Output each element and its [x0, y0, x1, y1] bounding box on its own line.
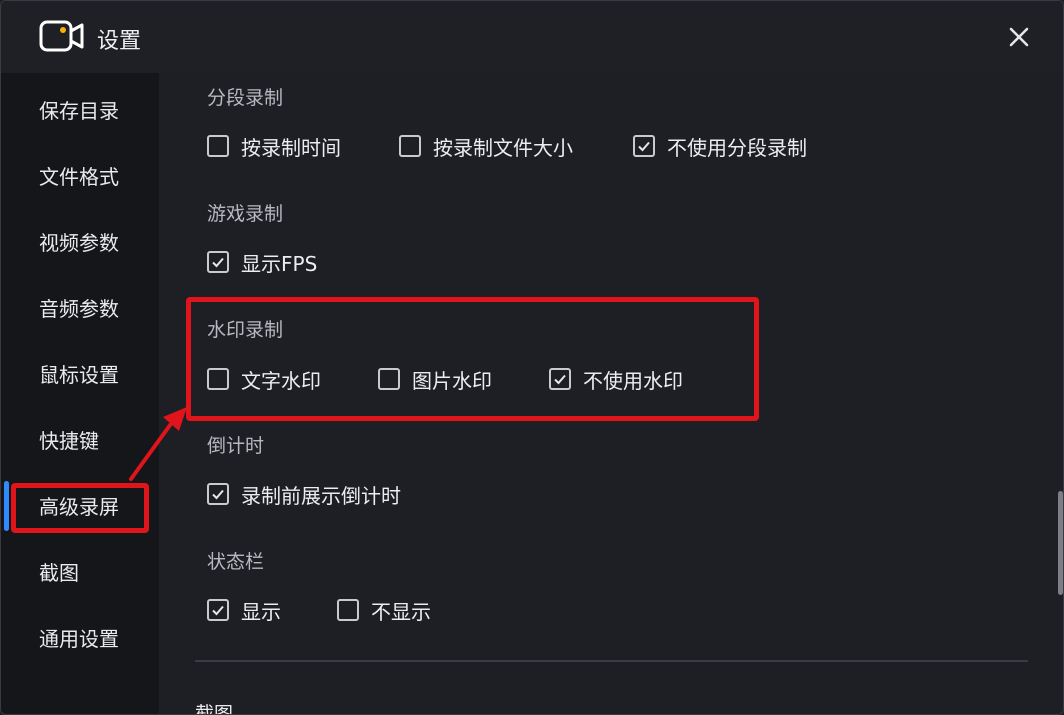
section-title-screenshot: 截图: [195, 703, 234, 715]
option-show-fps[interactable]: 显示FPS: [207, 248, 317, 276]
option-text-watermark[interactable]: 文字水印: [207, 365, 321, 393]
section-divider: [195, 660, 1028, 662]
sidebar-item-label: 高级录屏: [39, 494, 119, 519]
window-title: 设置: [97, 29, 142, 54]
sidebar-item-save-dir[interactable]: 保存目录: [1, 83, 159, 135]
checkbox[interactable]: [378, 368, 400, 390]
option-label: 文字水印: [241, 368, 321, 393]
sidebar-item-label: 音频参数: [39, 296, 119, 321]
sidebar-item-label: 鼠标设置: [39, 362, 119, 387]
sidebar-item-hotkeys[interactable]: 快捷键: [1, 413, 159, 465]
option-label: 图片水印: [412, 368, 492, 393]
settings-content: 分段录制 按录制时间 按录制文件大小 不使用分段录制 游戏录制 显示FPS 水印…: [159, 73, 1063, 715]
sidebar-item-general-settings[interactable]: 通用设置: [1, 611, 159, 663]
checkmark-icon: [554, 374, 566, 385]
option-by-time[interactable]: 按录制时间: [207, 132, 341, 160]
checkbox[interactable]: [549, 368, 571, 390]
option-label: 不使用分段录制: [667, 135, 807, 160]
sidebar-item-video-params[interactable]: 视频参数: [1, 215, 159, 267]
sidebar-item-advanced-recording[interactable]: 高级录屏: [1, 479, 159, 531]
sidebar-item-mouse-settings[interactable]: 鼠标设置: [1, 347, 159, 399]
option-label: 不使用水印: [583, 368, 683, 393]
option-countdown[interactable]: 录制前展示倒计时: [207, 480, 401, 508]
scrollbar[interactable]: [1055, 73, 1063, 714]
sidebar-item-label: 视频参数: [39, 230, 119, 255]
sidebar-item-label: 截图: [39, 560, 79, 585]
checkbox[interactable]: [207, 483, 229, 505]
checkmark-icon: [212, 489, 224, 500]
option-show-statusbar[interactable]: 显示: [207, 596, 281, 624]
title-bar: 设置: [1, 1, 1063, 73]
sidebar-item-label: 保存目录: [39, 98, 119, 123]
checkmark-icon: [212, 605, 224, 616]
sidebar-item-file-format[interactable]: 文件格式: [1, 149, 159, 201]
checkbox[interactable]: [337, 599, 359, 621]
checkbox[interactable]: [207, 368, 229, 390]
sidebar-item-label: 快捷键: [39, 428, 99, 453]
sidebar-item-label: 文件格式: [39, 164, 119, 189]
option-label: 录制前展示倒计时: [241, 483, 401, 508]
checkbox[interactable]: [207, 135, 229, 157]
section-title-statusbar: 状态栏: [207, 551, 265, 573]
checkbox[interactable]: [207, 251, 229, 273]
option-image-watermark[interactable]: 图片水印: [378, 365, 492, 393]
option-by-size[interactable]: 按录制文件大小: [399, 132, 573, 160]
video-camera-icon: [39, 19, 85, 53]
settings-sidebar: 保存目录 文件格式 视频参数 音频参数 鼠标设置 快捷键 高级录屏 截图 通用设…: [1, 73, 159, 714]
section-title-countdown: 倒计时: [207, 435, 265, 457]
checkbox[interactable]: [207, 599, 229, 621]
section-title-game: 游戏录制: [207, 203, 284, 225]
settings-window: 设置 保存目录 文件格式 视频参数 音频参数 鼠标设置 快捷键 高级录屏 截图 …: [0, 0, 1064, 715]
close-icon[interactable]: [1005, 23, 1033, 51]
option-label: 显示: [241, 599, 281, 624]
checkmark-icon: [638, 141, 650, 152]
option-no-watermark[interactable]: 不使用水印: [549, 365, 683, 393]
option-label: 按录制文件大小: [433, 135, 573, 160]
checkbox[interactable]: [633, 135, 655, 157]
sidebar-item-audio-params[interactable]: 音频参数: [1, 281, 159, 333]
checkmark-icon: [212, 257, 224, 268]
option-no-segment[interactable]: 不使用分段录制: [633, 132, 807, 160]
sidebar-item-screenshot[interactable]: 截图: [1, 545, 159, 597]
option-hide-statusbar[interactable]: 不显示: [337, 596, 431, 624]
option-label: 按录制时间: [241, 135, 341, 160]
section-title-segment: 分段录制: [207, 87, 284, 109]
scrollbar-thumb[interactable]: [1058, 491, 1063, 595]
option-label: 不显示: [371, 599, 431, 624]
sidebar-item-label: 通用设置: [39, 626, 119, 651]
section-title-watermark: 水印录制: [207, 319, 284, 341]
checkbox[interactable]: [399, 135, 421, 157]
option-label: 显示FPS: [241, 251, 318, 276]
